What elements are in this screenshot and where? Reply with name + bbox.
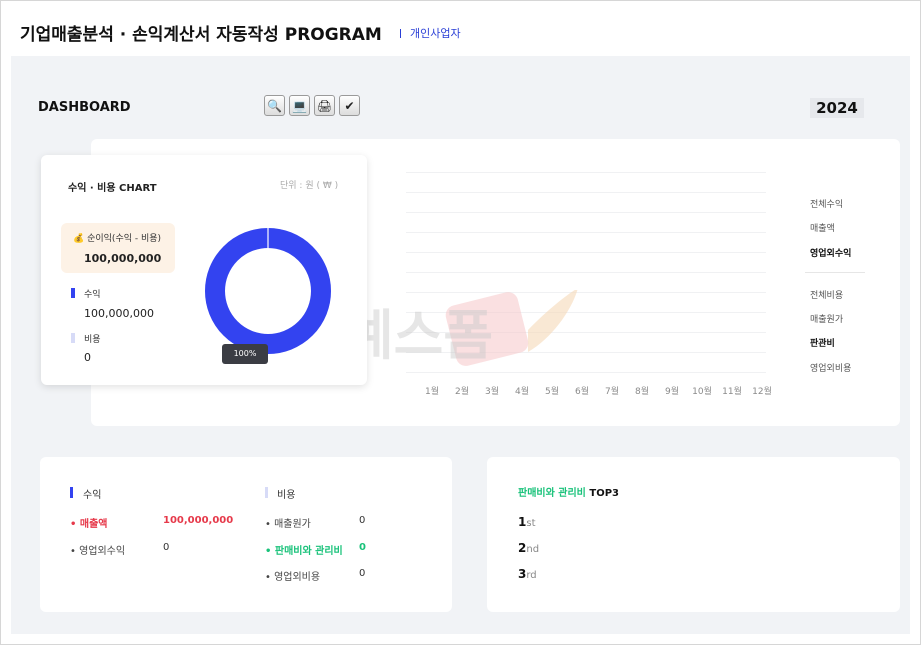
- year-selector[interactable]: 2024: [810, 98, 864, 118]
- x-tick-label: 10월: [692, 387, 712, 397]
- print-button[interactable]: 🖨: [314, 95, 335, 116]
- non-op-income-label-text: 영업외수익: [79, 546, 126, 557]
- toolbar: 🔍 💻 🖨 ✔: [264, 95, 360, 116]
- rank-2: 2nd: [518, 541, 539, 555]
- app-subtitle: 개인사업자: [400, 25, 461, 41]
- unit-label: 단위 : 원 ( ₩ ): [280, 181, 339, 191]
- rank-3: 3rd: [518, 567, 537, 581]
- menu-total-income[interactable]: 전체수익: [810, 197, 843, 210]
- chart-gridline: [406, 232, 766, 233]
- top3-card: [487, 457, 900, 612]
- expense-legend-label: 비용: [84, 335, 101, 345]
- search-button[interactable]: 🔍: [264, 95, 285, 116]
- search-icon: 🔍: [267, 98, 282, 113]
- pie-card-title: 수익 · 비용 CHART: [68, 183, 157, 194]
- chart-gridline: [406, 252, 766, 253]
- non-op-expense-row-value: 0: [359, 568, 366, 579]
- expense-section-mark: [265, 487, 268, 498]
- sga-row-value: 0: [359, 542, 366, 553]
- chart-baseline: [406, 372, 766, 373]
- printer-icon: 🖨: [316, 98, 333, 113]
- x-tick-label: 7월: [604, 387, 620, 397]
- revenue-legend-label: 수익: [84, 290, 101, 300]
- chart-gridline: [406, 212, 766, 213]
- x-tick-label: 12월: [752, 387, 772, 397]
- cost-of-sales-row-label: • 매출원가: [265, 519, 311, 530]
- x-tick-label: 3월: [484, 387, 500, 397]
- menu-divider: [805, 272, 865, 273]
- watermark-logo: 예스폼: [342, 288, 582, 370]
- sga-row-label: • 판매비와 관리비: [265, 546, 343, 557]
- net-income-label: 💰 순이익(수익 - 비용): [73, 231, 161, 244]
- chart-gridline: [406, 172, 766, 173]
- non-op-income-row-label: • 영업외수익: [70, 546, 126, 557]
- laptop-button[interactable]: 💻: [289, 95, 310, 116]
- menu-sales[interactable]: 매출액: [810, 221, 835, 234]
- rank-1: 1st: [518, 515, 536, 529]
- x-tick-label: 4월: [514, 387, 530, 397]
- x-tick-label: 1월: [424, 387, 440, 397]
- expense-legend-mark: [71, 333, 75, 343]
- chart-gridline: [406, 192, 766, 193]
- subtitle-text: 개인사업자: [410, 27, 461, 40]
- x-tick-label: 5월: [544, 387, 560, 397]
- expense-section-title: 비용: [277, 490, 296, 501]
- subtitle-divider: [400, 29, 401, 38]
- non-op-expense-row-label: • 영업외비용: [265, 572, 321, 583]
- income-section-title: 수익: [83, 490, 102, 501]
- cost-of-sales-label-text: 매출원가: [274, 519, 311, 530]
- donut-revenue-slice[interactable]: [205, 228, 331, 354]
- donut-chart: [205, 228, 331, 354]
- cost-of-sales-row-value: 0: [359, 515, 366, 526]
- sales-row-value: 100,000,000: [163, 515, 234, 526]
- net-income-label-text: 순이익(수익 - 비용): [87, 234, 162, 244]
- non-op-expense-label-text: 영업외비용: [274, 572, 321, 583]
- x-tick-label: 11월: [722, 387, 742, 397]
- menu-cost-of-sales[interactable]: 매출원가: [810, 312, 843, 325]
- donut-tooltip: 100%: [222, 344, 268, 364]
- summary-card: [40, 457, 452, 612]
- income-section-mark: [70, 487, 73, 498]
- menu-total-expense[interactable]: 전체비용: [810, 288, 843, 301]
- sales-row-label: • 매출액: [70, 519, 108, 530]
- check-button[interactable]: ✔: [339, 95, 360, 116]
- top3-title-rest: TOP3: [585, 488, 619, 499]
- top3-title: 판매비와 관리비 TOP3: [518, 484, 619, 499]
- revenue-legend-mark: [71, 288, 75, 298]
- menu-non-operating-income[interactable]: 영업외수익: [810, 246, 851, 259]
- revenue-expense-card: 수익 · 비용 CHART 단위 : 원 ( ₩ ) 💰 순이익(수익 - 비용…: [41, 155, 367, 385]
- sales-label-text: 매출액: [79, 519, 108, 530]
- top3-title-highlight: 판매비와 관리비: [518, 488, 586, 499]
- rank-2-suffix: nd: [526, 544, 540, 555]
- chart-gridline: [406, 272, 766, 273]
- sga-label-text: 판매비와 관리비: [274, 546, 343, 557]
- x-tick-label: 9월: [664, 387, 680, 397]
- laptop-icon: 💻: [292, 98, 307, 113]
- non-op-income-row-value: 0: [163, 542, 170, 553]
- rank-3-suffix: rd: [526, 570, 537, 581]
- menu-non-operating-expense[interactable]: 영업외비용: [810, 361, 851, 374]
- menu-sga[interactable]: 판관비: [810, 336, 835, 349]
- x-tick-label: 6월: [574, 387, 590, 397]
- dashboard-title: DASHBOARD: [38, 100, 131, 115]
- watermark-graphic: 예스폼: [344, 288, 578, 367]
- check-icon: ✔: [344, 98, 355, 113]
- app-title: 기업매출분석 · 손익계산서 자동작성 PROGRAM: [20, 25, 382, 45]
- x-tick-label: 2월: [454, 387, 470, 397]
- x-tick-label: 8월: [634, 387, 650, 397]
- net-income-box: 💰 순이익(수익 - 비용) 100,000,000: [61, 223, 175, 273]
- rank-1-suffix: st: [526, 518, 536, 529]
- money-bag-icon: 💰: [73, 234, 85, 244]
- revenue-legend-value: 100,000,000: [84, 307, 154, 320]
- net-income-value: 100,000,000: [84, 252, 162, 265]
- expense-legend-value: 0: [84, 351, 91, 364]
